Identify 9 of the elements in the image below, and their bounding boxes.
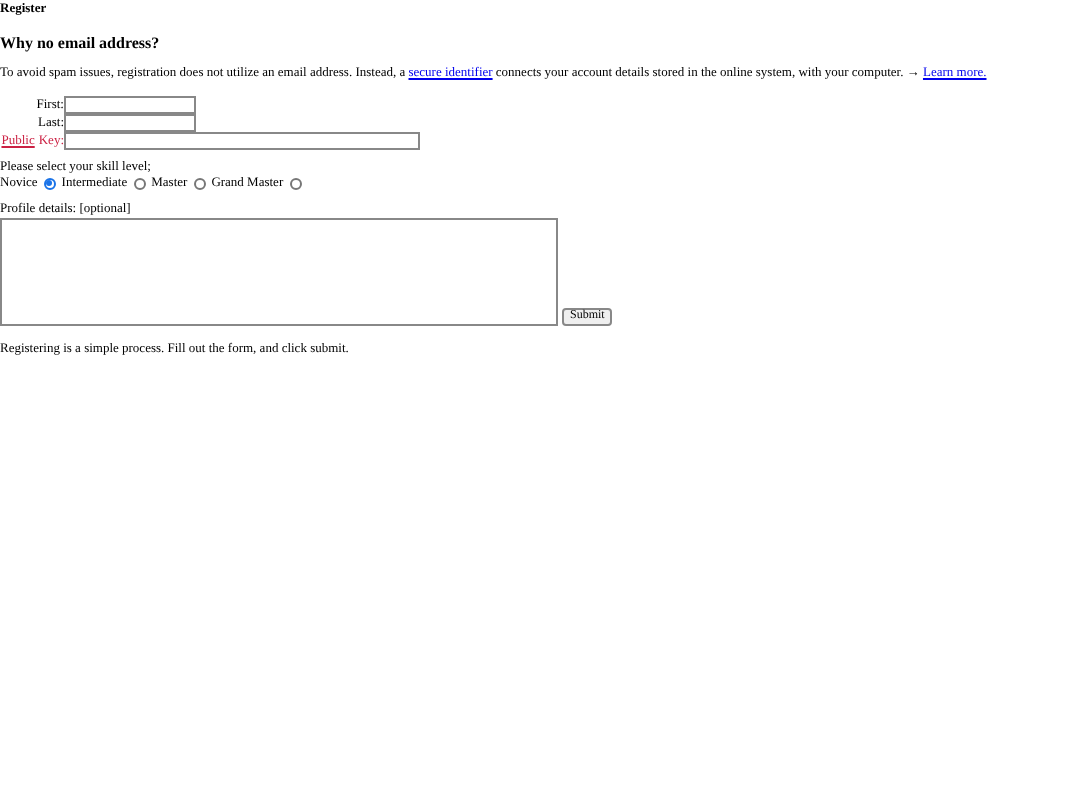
- section-heading: Why no email address?: [0, 33, 162, 53]
- radio-button[interactable]: [43, 177, 56, 190]
- input-field[interactable]: [64, 132, 420, 151]
- input-field[interactable]: [64, 114, 196, 133]
- profile-textarea[interactable]: [0, 217, 558, 326]
- radio-button[interactable]: [289, 177, 302, 190]
- input-field[interactable]: [64, 96, 196, 115]
- radio-button[interactable]: [193, 177, 206, 190]
- radio-button[interactable]: [133, 177, 146, 190]
